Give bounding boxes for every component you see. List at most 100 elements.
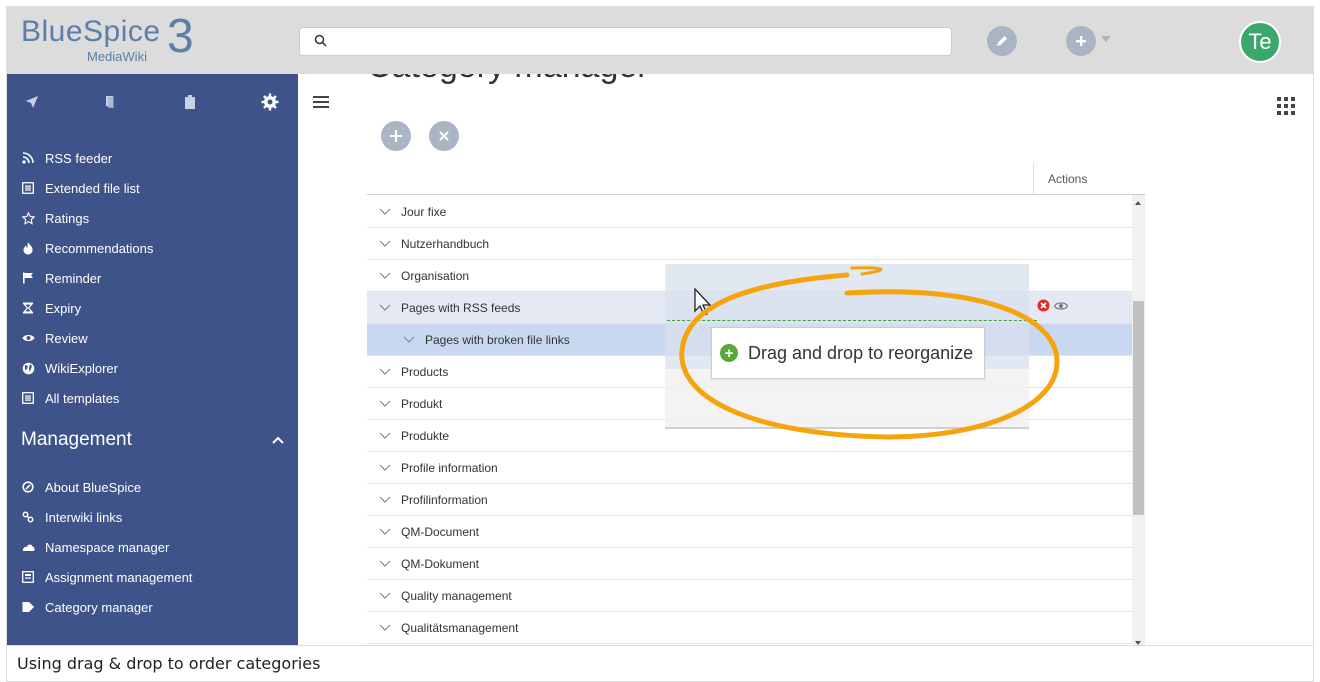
link-icon: [21, 510, 35, 524]
actions-column-header[interactable]: Actions: [1033, 163, 1133, 195]
sidebar-item-rss-feeder[interactable]: RSS feeder: [21, 147, 112, 169]
row-label: Products: [401, 364, 449, 379]
chevron-down-icon[interactable]: [379, 496, 391, 504]
chevron-down-icon[interactable]: [379, 528, 391, 536]
chevron-down-icon[interactable]: [379, 208, 391, 216]
add-category-button[interactable]: [381, 121, 411, 151]
flag-icon: [21, 271, 35, 285]
chevron-up-icon[interactable]: [272, 436, 284, 444]
chevron-down-icon[interactable]: [379, 368, 391, 376]
drag-tooltip-text: Drag and drop to reorganize: [748, 342, 974, 363]
pages-icon[interactable]: [97, 89, 123, 115]
user-avatar[interactable]: Te: [1239, 21, 1281, 63]
chevron-down-icon[interactable]: [379, 240, 391, 248]
table-row[interactable]: Quality management: [367, 580, 1132, 612]
edit-button[interactable]: [987, 26, 1017, 56]
add-content-button[interactable]: [1066, 26, 1096, 56]
sidebar-item-assignment-management[interactable]: Assignment management: [21, 566, 192, 588]
view-icon[interactable]: [1054, 301, 1068, 311]
table-row[interactable]: QM-Document: [367, 516, 1132, 548]
sidebar-item-label: RSS feeder: [45, 150, 113, 166]
search-bar[interactable]: [299, 27, 952, 56]
scroll-up-arrow[interactable]: [1135, 201, 1141, 205]
chevron-down-icon[interactable]: [379, 304, 391, 312]
rss-icon: [21, 151, 35, 165]
row-label: Jour fixe: [401, 204, 447, 219]
sidebar-item-label: Expiry: [45, 300, 82, 316]
remove-category-button[interactable]: [429, 121, 459, 151]
chevron-down-icon[interactable]: [379, 464, 391, 472]
sidebar-item-extended-file-list[interactable]: Extended file list: [21, 177, 140, 199]
table-row[interactable]: Jour fixe: [367, 196, 1132, 228]
chevron-down-icon[interactable]: [379, 560, 391, 568]
row-label: QM-Document: [401, 524, 480, 539]
sidebar-item-namespace-manager[interactable]: Namespace manager: [21, 536, 169, 558]
sidebar-item-label: About BlueSpice: [45, 479, 142, 495]
table-row[interactable]: Qualitätsmanagement: [367, 612, 1132, 644]
bluespice-logo[interactable]: BlueSpice MediaWiki 3: [17, 10, 217, 67]
management-heading: Management: [21, 429, 132, 450]
grid-header: Actions: [367, 163, 1145, 195]
chevron-down-icon[interactable]: [403, 336, 415, 344]
row-label: Qualitätsmanagement: [401, 620, 519, 635]
management-section-header[interactable]: Management: [21, 429, 284, 451]
chevron-down-icon[interactable]: [1101, 36, 1111, 42]
list-icon: [21, 181, 35, 195]
search-input[interactable]: [336, 31, 936, 53]
sidebar-item-label: Interwiki links: [45, 509, 123, 525]
table-row[interactable]: Profilinformation: [367, 484, 1132, 516]
hamburger-menu-icon[interactable]: [313, 95, 329, 109]
row-label: Produkte: [401, 428, 450, 443]
grid-scrollbar[interactable]: [1132, 195, 1145, 645]
list-icon: [21, 391, 35, 405]
scroll-thumb[interactable]: [1133, 301, 1144, 515]
gear-icon[interactable]: [257, 89, 283, 115]
delete-icon[interactable]: [1037, 299, 1050, 312]
table-row[interactable]: Profile information: [367, 452, 1132, 484]
sidebar-item-all-templates[interactable]: All templates: [21, 387, 119, 409]
logo-subtext: MediaWiki: [87, 49, 147, 64]
sidebar-item-label: WikiExplorer: [45, 360, 118, 376]
clipboard-icon[interactable]: [177, 89, 203, 115]
flame-icon: [21, 241, 35, 255]
chevron-down-icon[interactable]: [379, 432, 391, 440]
chevron-down-icon[interactable]: [379, 624, 391, 632]
sidebar-item-interwiki-links[interactable]: Interwiki links: [21, 506, 122, 528]
sidebar-item-label: Assignment management: [45, 569, 193, 585]
table-row[interactable]: Nutzerhandbuch: [367, 228, 1132, 260]
sidebar-item-review[interactable]: Review: [21, 327, 88, 349]
drag-tooltip: + Drag and drop to reorganize: [711, 327, 985, 379]
sidebar-item-ratings[interactable]: Ratings: [21, 207, 89, 229]
sidebar-item-expiry[interactable]: Expiry: [21, 297, 81, 319]
row-label: Pages with RSS feeds: [401, 300, 521, 315]
sidebar-item-reminder[interactable]: Reminder: [21, 267, 101, 289]
sidebar-item-about-bluespice[interactable]: About BlueSpice: [21, 476, 141, 498]
sidebar-item-label: Reminder: [45, 270, 102, 286]
figure-caption: Using drag & drop to order categories: [6, 646, 1314, 682]
app-window: BlueSpice MediaWiki 3 Te RSS feeder Exte…: [6, 6, 1314, 646]
sidebar: RSS feeder Extended file list Ratings Re…: [7, 74, 298, 645]
search-icon: [314, 34, 327, 47]
sidebar-item-wikiexplorer[interactable]: WikiExplorer: [21, 357, 118, 379]
row-label: Nutzerhandbuch: [401, 236, 490, 251]
table-row[interactable]: QM-Dokument: [367, 548, 1132, 580]
row-actions: [1037, 299, 1068, 312]
pencil-icon: [997, 36, 1007, 46]
sidebar-item-label: Review: [45, 330, 88, 346]
hourglass-icon: [21, 301, 35, 315]
row-label: Quality management: [401, 588, 512, 603]
navigation-icon[interactable]: [19, 89, 45, 115]
chevron-down-icon[interactable]: [379, 592, 391, 600]
sidebar-item-label: Extended file list: [45, 180, 140, 196]
apps-grid-icon[interactable]: [1275, 95, 1297, 117]
cloud-icon: [21, 540, 35, 554]
scroll-down-arrow[interactable]: [1135, 641, 1141, 645]
drop-indicator: [667, 320, 1037, 321]
logo-number: 3: [167, 10, 194, 63]
plus-icon: [390, 130, 402, 142]
tag-icon: [21, 600, 35, 614]
sidebar-item-category-manager[interactable]: Category manager: [21, 596, 153, 618]
sidebar-item-recommendations[interactable]: Recommendations: [21, 237, 153, 259]
chevron-down-icon[interactable]: [379, 400, 391, 408]
chevron-down-icon[interactable]: [379, 272, 391, 280]
